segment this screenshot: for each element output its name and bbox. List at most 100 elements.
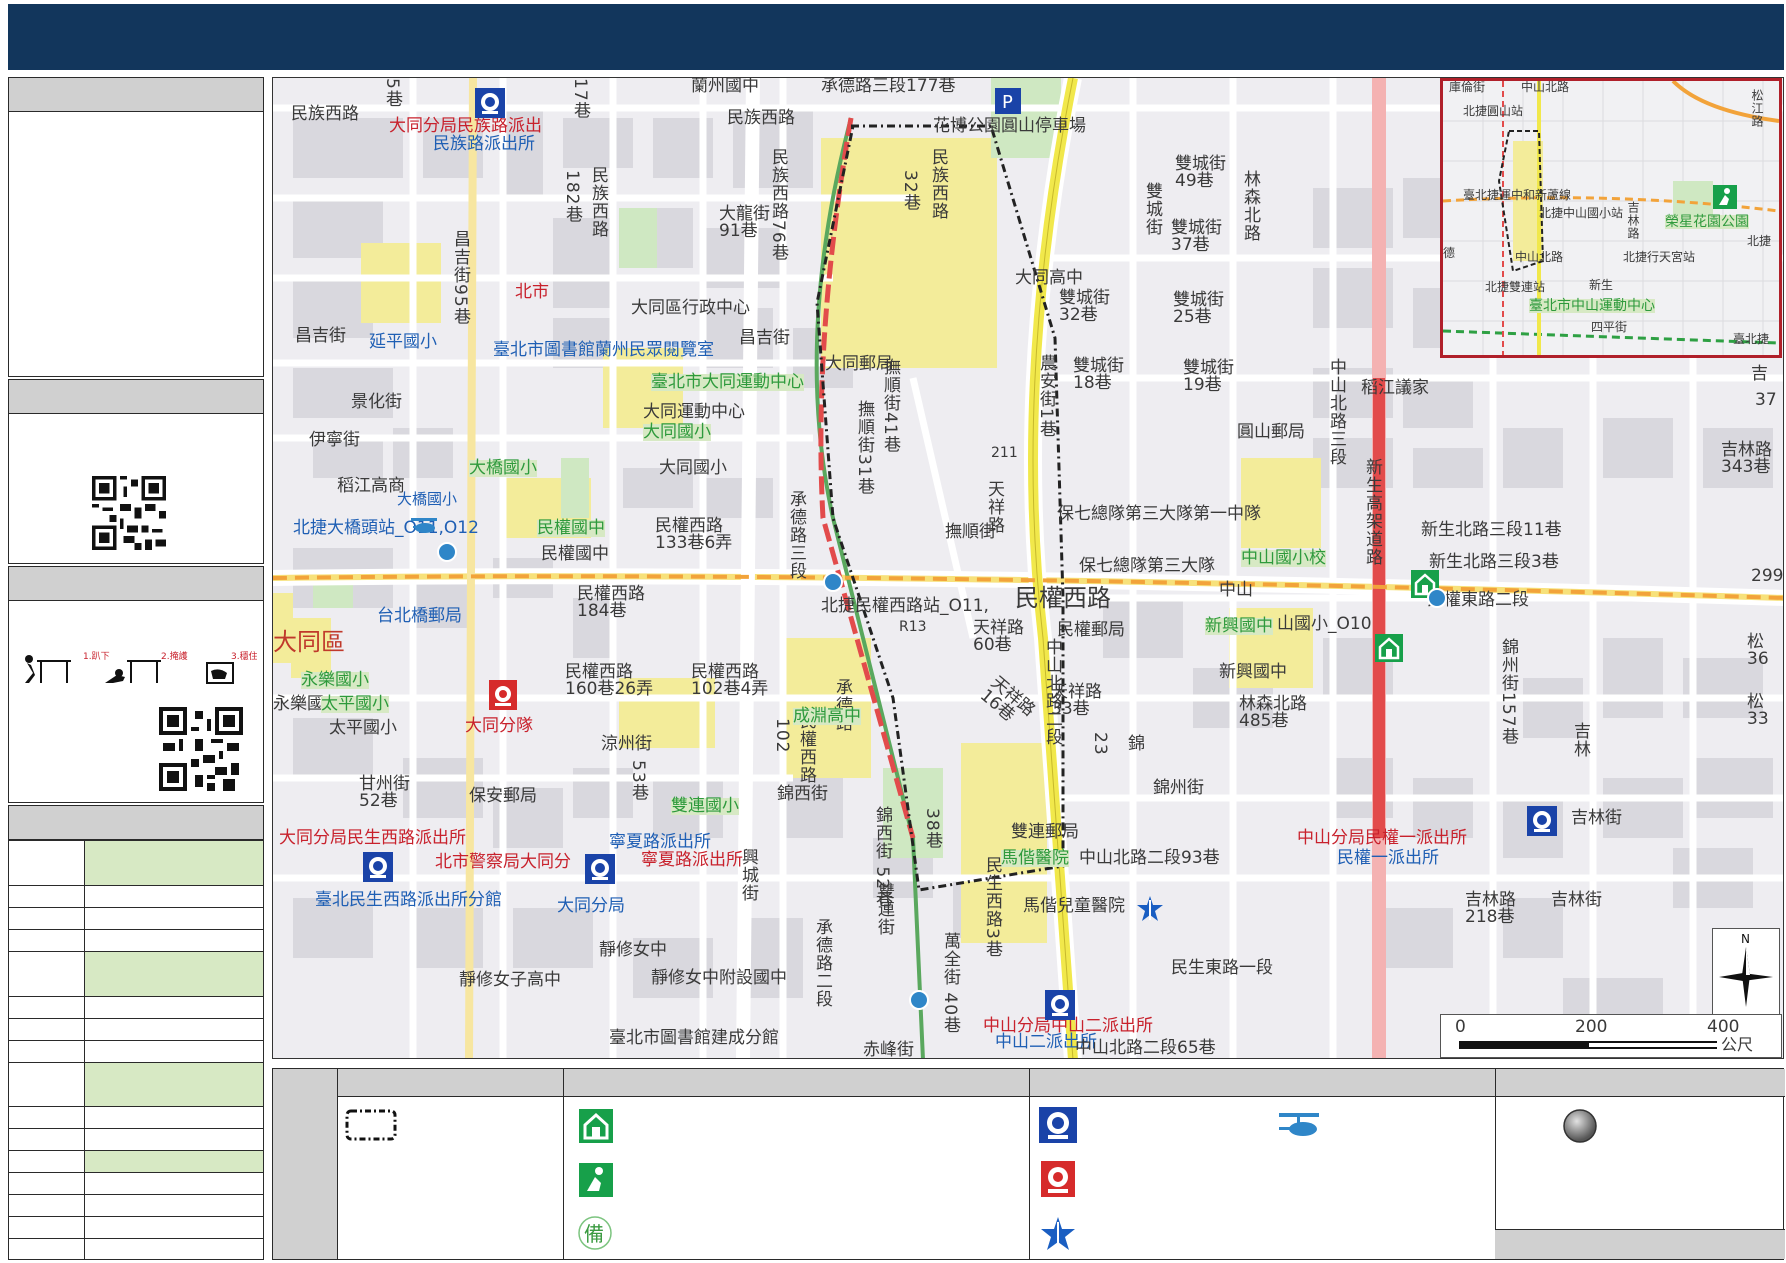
map-label: 松 36 xyxy=(1747,632,1769,669)
compass-icon: N xyxy=(1712,928,1780,1016)
map-label: 雙連國小 xyxy=(671,796,739,816)
map-label: 大同分局民族路派出 xyxy=(389,116,542,136)
map-label: 37 xyxy=(1755,390,1777,410)
qr-code-icon xyxy=(92,476,166,550)
map-label: 38巷 xyxy=(922,808,942,850)
shelter-icon xyxy=(1375,634,1403,662)
map-label: 承德路二段 xyxy=(812,918,832,1008)
map-label: 民生西路3巷 xyxy=(982,856,1002,958)
table-row xyxy=(9,840,263,885)
map-label: 花博公園圓山停車場 xyxy=(933,116,1086,136)
inset-label: 臺北捷 xyxy=(1733,332,1770,346)
map-label: 興城街 xyxy=(738,848,758,902)
gray-circle-icon xyxy=(1563,1109,1597,1143)
scale-bar: 0 200 400 公尺 xyxy=(1440,1014,1782,1058)
map-label: 民族西路76巷 xyxy=(768,148,788,262)
inset-label: 吉林路 xyxy=(1626,201,1640,240)
police-badge-icon xyxy=(1527,806,1557,836)
parking-icon: P xyxy=(995,88,1021,114)
map-label: 大同區 xyxy=(273,628,345,656)
map-label: 中山北路二段 xyxy=(1042,638,1062,746)
map-label: 32巷 xyxy=(900,170,920,212)
inset-label: 北捷圓山站 xyxy=(1463,104,1524,118)
map-label: 成淵高中 xyxy=(793,706,861,726)
map-label: 臺北民生西路派出所分館 xyxy=(315,890,502,910)
scale-mid: 200 xyxy=(1575,1017,1608,1037)
map-label: 圓山郵局 xyxy=(1237,422,1305,442)
map-label: 昌吉街 xyxy=(295,326,346,346)
map-label: 民生東路一段 xyxy=(1171,958,1273,978)
map-label: 保七總隊第三大隊 xyxy=(1079,556,1215,576)
map-label: 靜修女子高中 xyxy=(459,970,561,990)
map-label: 吉林街 xyxy=(1551,890,1602,910)
map-label: 吉林 xyxy=(1570,722,1590,758)
helicopter-icon xyxy=(411,518,437,533)
map-label: 民權西路 102巷4弄 xyxy=(691,662,769,699)
map-label: 民權西路 160巷26弄 xyxy=(565,662,654,699)
svg-text:P: P xyxy=(1002,92,1013,113)
standby-shelter-icon: 備 xyxy=(578,1216,612,1250)
map-label: 中山北路三段 xyxy=(1326,358,1346,466)
map-label: 大同國小 xyxy=(659,458,727,478)
map-label: 永樂國小 xyxy=(301,670,369,690)
map-label: 中山 xyxy=(1219,580,1253,600)
earthquake-drill-icon: 1.趴下 2.掩護 3.穩住 xyxy=(21,647,258,687)
hospital-icon xyxy=(1041,1217,1075,1250)
table-row xyxy=(9,1062,263,1106)
inset-label: 北捷中山國小站 xyxy=(1539,206,1624,220)
map-label: 雙城街 19巷 xyxy=(1183,358,1234,395)
table-row xyxy=(9,1194,263,1216)
table-row xyxy=(9,1018,263,1040)
map-label: 182巷 xyxy=(562,170,582,224)
map-label: 涼州街 xyxy=(601,734,652,754)
inset-label: 新生 xyxy=(1589,278,1614,292)
map-label: 299 xyxy=(1751,566,1784,586)
info-panel-1 xyxy=(8,77,264,377)
mrt-station-icon xyxy=(909,990,929,1010)
table-row xyxy=(9,996,263,1018)
inset-label: 庫倫街 xyxy=(1449,80,1486,94)
inset-map[interactable]: 庫倫街 中山北路 北捷圓山站 松江路 臺北捷運中和新蘆線 北捷中山國小站 吉林路… xyxy=(1440,78,1782,358)
map-label: 北市警察局大同分 xyxy=(435,852,571,872)
map-label: 大同分局 xyxy=(557,896,625,916)
map-label: 農安街1巷 xyxy=(1036,354,1056,438)
map-label: 林森北路 xyxy=(1240,170,1260,242)
shelter-icon xyxy=(579,1109,613,1143)
inset-label: 德 xyxy=(1443,246,1456,260)
map-label: 雙城街 37巷 xyxy=(1171,218,1222,255)
map-label: 雙連郵局 xyxy=(1011,822,1079,842)
inset-label: 臺北市中山運動中心 xyxy=(1529,298,1655,314)
contact-table xyxy=(8,805,264,1260)
map-label: 赤峰街 xyxy=(863,1040,914,1059)
scale-zero: 0 xyxy=(1455,1017,1466,1037)
legend-panel: 備 xyxy=(272,1068,1785,1260)
map-label: 17巷 xyxy=(570,78,590,120)
map-label: 民族西路 xyxy=(291,104,359,124)
map-label: 中山北路二段93巷 xyxy=(1079,848,1220,868)
drill-step2: 2.掩護 xyxy=(161,650,188,662)
map-label: 錦 xyxy=(1124,734,1144,752)
police-badge-icon xyxy=(1039,1107,1077,1143)
fire-station-icon xyxy=(489,680,517,710)
info-panel-3: 1.趴下 2.掩護 3.穩住 xyxy=(8,566,264,803)
map-label: 民族西路 xyxy=(727,108,795,128)
qr-code-icon xyxy=(159,707,243,791)
table-row xyxy=(9,1216,263,1238)
map-label: 新生高架道路 xyxy=(1362,458,1382,566)
map-label: 撫順街31巷 xyxy=(854,400,874,496)
title-bar xyxy=(8,4,1784,70)
inset-label: 北捷 xyxy=(1747,234,1772,248)
drill-step1: 1.趴下 xyxy=(83,651,110,662)
map-label: 錦州街 xyxy=(1153,778,1204,798)
map-label: 天祥路 60巷 xyxy=(973,618,1024,655)
table-row xyxy=(9,1172,263,1194)
map-label: 承德路三段177巷 xyxy=(821,77,956,96)
map-label: R13 xyxy=(899,619,927,635)
map-label: 雙連街 xyxy=(874,882,894,936)
map-label: 天祥路 xyxy=(984,480,1004,534)
map-label: 北捷民權西路站_O11, xyxy=(821,596,989,616)
map-label: 大同區行政中心 xyxy=(631,298,750,318)
inset-label: 四平街 xyxy=(1591,320,1628,334)
map-label: 林森北路 485巷 xyxy=(1239,694,1307,731)
map-label: 臺北市圖書館建成分館 xyxy=(609,1028,779,1048)
